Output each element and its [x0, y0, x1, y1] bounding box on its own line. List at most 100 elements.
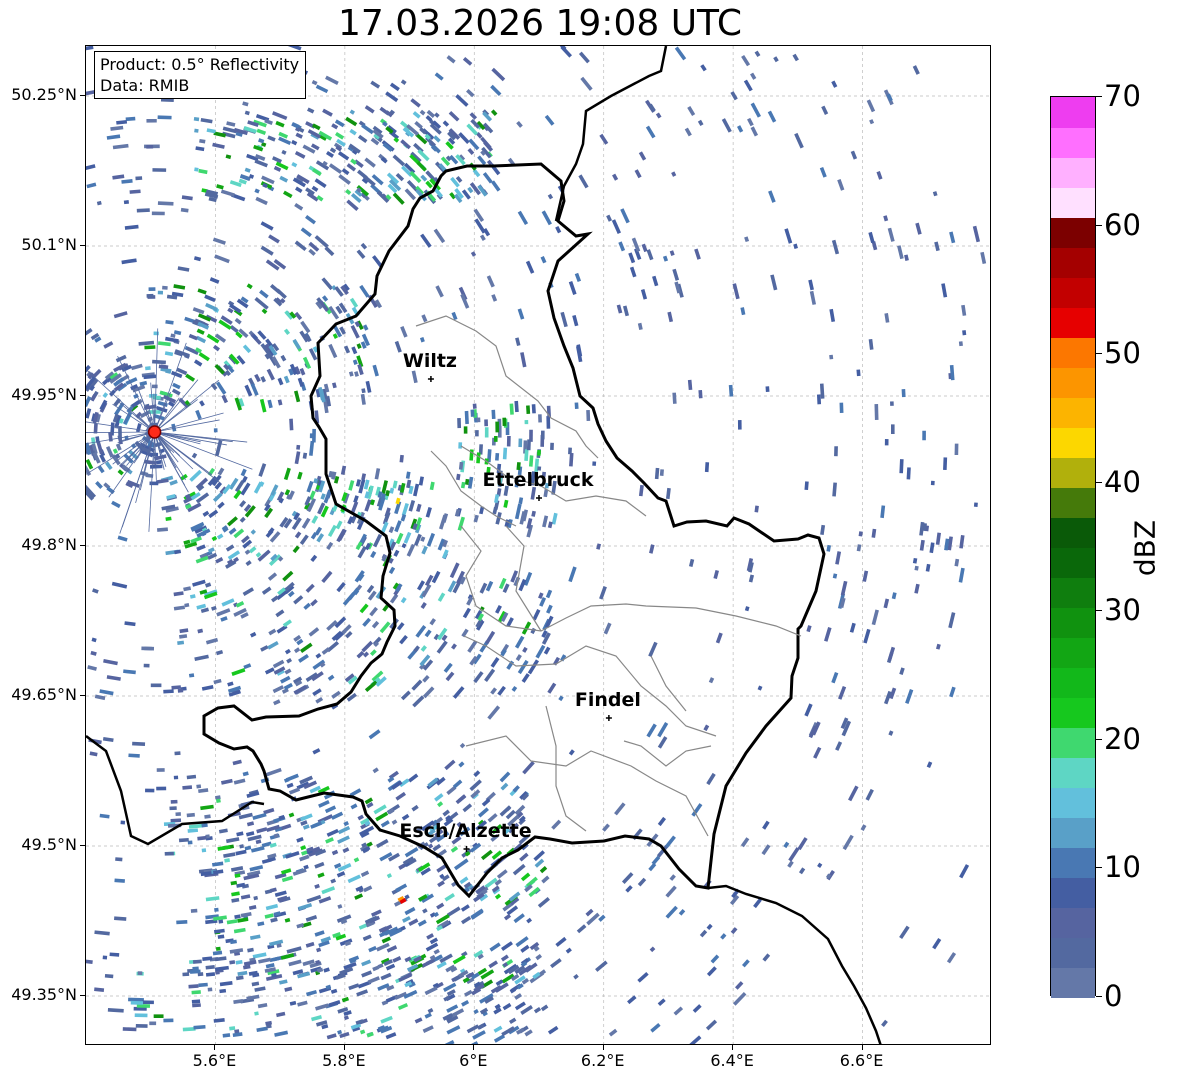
- lat-tick-label: 49.65°N: [11, 685, 77, 704]
- lat-tick-label: 49.5°N: [21, 835, 77, 854]
- echo-cell: [315, 160, 330, 171]
- echo-cell: [573, 973, 579, 980]
- echo-cell: [201, 684, 214, 691]
- echo-cell: [314, 930, 325, 937]
- echo-cell: [312, 688, 322, 697]
- echo-cell: [194, 654, 209, 662]
- echo-cell: [602, 823, 610, 832]
- echo-cell: [946, 952, 957, 964]
- echo-cell: [124, 224, 139, 230]
- echo-cell: [233, 927, 246, 934]
- echo-cell: [499, 771, 511, 783]
- echo-cell: [614, 802, 626, 816]
- echo-cell: [115, 354, 127, 363]
- echo-cell: [515, 337, 521, 347]
- echo-cell: [295, 186, 303, 194]
- lon-tick-label: 5.6°E: [192, 1051, 237, 1070]
- echo-cell: [114, 916, 127, 921]
- echo-cell: [302, 452, 308, 459]
- echo-cell: [254, 986, 266, 992]
- echo-cell: [248, 905, 257, 910]
- echo-cell: [667, 311, 674, 323]
- echo-cell: [654, 467, 660, 480]
- echo-cell: [86, 164, 96, 172]
- echo-cell: [144, 646, 153, 651]
- echo-cell: [595, 960, 608, 972]
- echo-cell: [816, 394, 822, 405]
- echo-cell: [234, 317, 242, 325]
- echo-cell: [456, 473, 461, 481]
- echo-cell: [379, 621, 391, 634]
- echo-cell: [406, 179, 419, 192]
- echo-cell: [311, 79, 318, 86]
- echo-cell: [270, 917, 278, 923]
- echo-cell: [392, 956, 402, 963]
- echo-cell: [284, 917, 291, 923]
- echo-cell: [336, 581, 346, 593]
- border-be-de: [554, 46, 668, 222]
- echo-cell: [289, 1000, 297, 1006]
- echo-cell: [834, 446, 838, 457]
- echo-cell: [243, 663, 252, 670]
- echo-cell: [143, 663, 150, 668]
- echo-cell: [267, 572, 278, 581]
- echo-cell: [426, 933, 434, 940]
- colorbar-segment: [1051, 457, 1095, 488]
- echo-cell: [298, 902, 313, 911]
- echo-cell: [105, 446, 114, 458]
- echo-cell: [376, 838, 389, 849]
- echo-cell: [417, 919, 427, 927]
- echo-cell: [305, 215, 316, 225]
- echo-cell: [518, 497, 524, 505]
- echo-cell: [207, 987, 213, 992]
- echo-cell: [412, 111, 421, 119]
- echo-cell: [521, 673, 530, 683]
- echo-cell: [277, 377, 284, 386]
- echo-cell: [621, 872, 634, 885]
- lat-tick: [80, 395, 85, 396]
- echo-cell: [420, 536, 426, 542]
- echo-cell: [424, 629, 432, 638]
- echo-cell: [298, 653, 309, 663]
- echo-cell: [330, 878, 337, 884]
- echo-cell: [361, 473, 367, 481]
- echo-cell: [275, 120, 285, 128]
- echo-cell: [954, 443, 959, 456]
- echo-cell: [250, 529, 257, 535]
- echo-cell: [211, 535, 218, 542]
- echo-cell: [906, 467, 911, 480]
- echo-cell: [350, 324, 360, 339]
- echo-cell: [520, 872, 531, 882]
- echo-cell: [257, 1002, 268, 1009]
- echo-cell: [194, 167, 199, 172]
- echo-cell: [531, 510, 536, 517]
- echo-cell: [340, 465, 347, 476]
- echo-cell: [232, 1032, 243, 1038]
- echo-cell: [366, 841, 373, 848]
- city-label-wiltz: Wiltz: [402, 350, 457, 372]
- echo-cell: [606, 214, 613, 222]
- map-panel[interactable]: [85, 45, 991, 1045]
- echo-cell: [192, 959, 202, 964]
- echo-cell: [204, 582, 212, 588]
- echo-cell: [629, 266, 637, 278]
- colorbar-segment: [1051, 607, 1095, 638]
- echo-cell: [301, 850, 308, 856]
- echo-cell: [568, 749, 575, 756]
- echo-cell: [156, 768, 165, 772]
- echo-cell: [215, 946, 221, 951]
- echo-cell: [831, 80, 838, 88]
- echo-cell: [249, 934, 261, 940]
- echo-cell: [316, 195, 324, 202]
- echo-cell: [214, 254, 230, 264]
- echo-cell: [687, 105, 696, 117]
- echo-cell: [371, 620, 380, 629]
- echo-cell: [196, 784, 202, 789]
- echo-cell: [202, 510, 210, 517]
- echo-cell: [346, 199, 359, 211]
- echo-cell: [929, 542, 935, 554]
- echo-cell: [112, 174, 125, 180]
- lon-tick: [343, 1045, 345, 1050]
- echo-cell: [420, 645, 427, 652]
- echo-cell: [669, 874, 676, 881]
